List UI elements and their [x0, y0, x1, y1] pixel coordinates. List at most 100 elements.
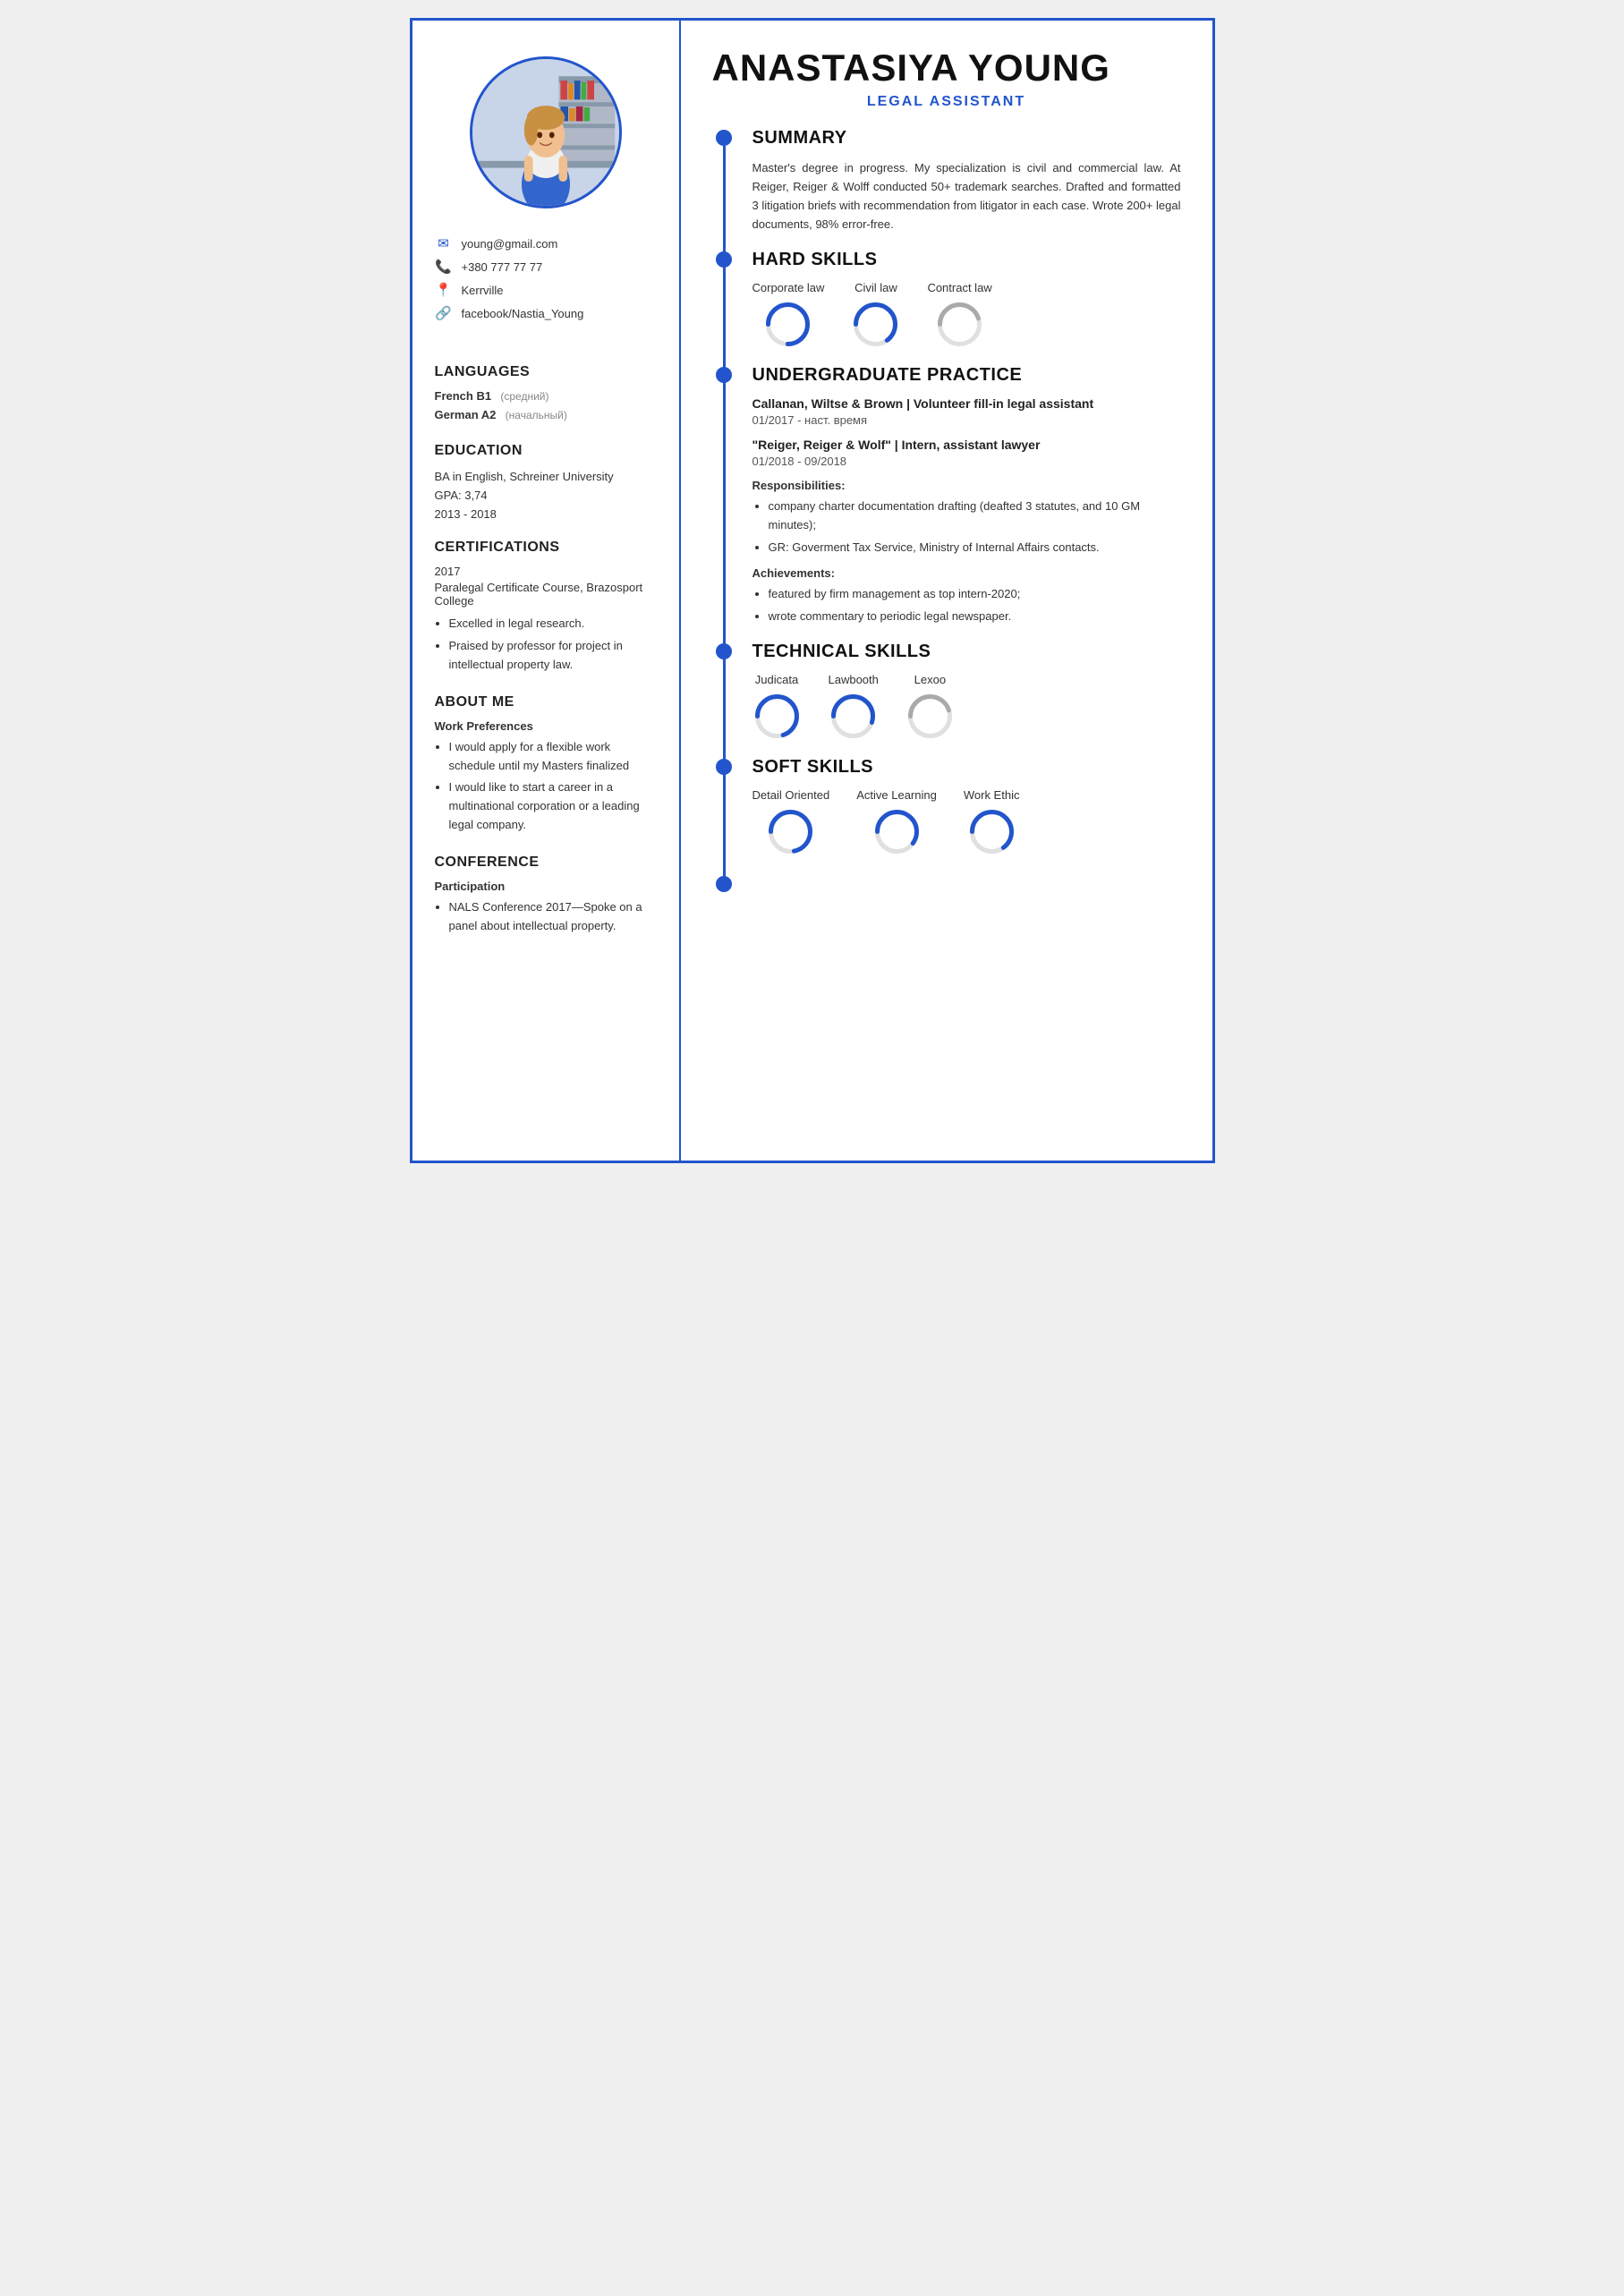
- hard-skills-row: Corporate law Civil law Contract law: [752, 281, 1181, 349]
- skill-label: Lawbooth: [829, 673, 879, 686]
- timeline-dot-practice: [716, 367, 732, 383]
- skill-label: Active Learning: [856, 788, 937, 802]
- skill-label: Lexoo: [914, 673, 946, 686]
- cert-bullets: Excelled in legal research. Praised by p…: [435, 615, 657, 674]
- location-icon: 📍: [435, 282, 453, 298]
- lang-level-1: (начальный): [499, 409, 567, 421]
- languages-section: LANGUAGES French B1 (средний) German A2 …: [435, 348, 657, 427]
- education-degree: BA in English, Schreiner University GPA:…: [435, 468, 657, 523]
- skill-item: Detail Oriented: [752, 788, 830, 856]
- undergraduate-title: UNDERGRADUATE PRACTICE: [752, 365, 1181, 386]
- cert-name: Paralegal Certificate Course, Brazosport…: [435, 581, 657, 608]
- conference-bullets: NALS Conference 2017—Spoke on a panel ab…: [435, 898, 657, 936]
- cert-bullet-1: Praised by professor for project in inte…: [449, 637, 657, 675]
- resp-bullet-0: company charter documentation drafting (…: [769, 497, 1181, 535]
- achievements-bullets: featured by firm management as top inter…: [752, 585, 1181, 626]
- location-value: Kerrville: [462, 284, 504, 297]
- skill-circle: [967, 807, 1016, 856]
- skill-item: Corporate law: [752, 281, 825, 349]
- social-icon: 🔗: [435, 305, 453, 321]
- summary-text: Master's degree in progress. My speciali…: [752, 159, 1181, 234]
- employer-1: "Reiger, Reiger & Wolf" | Intern, assist…: [752, 438, 1181, 452]
- sidebar: ✉ young@gmail.com 📞 +380 777 77 77 📍 Ker…: [412, 21, 681, 1161]
- skill-circle: [906, 692, 955, 741]
- resume-title: LEGAL ASSISTANT: [712, 94, 1181, 110]
- cert-year: 2017: [435, 565, 657, 578]
- date-1: 01/2018 - 09/2018: [752, 455, 1181, 468]
- conference-bullet-0: NALS Conference 2017—Spoke on a panel ab…: [449, 898, 657, 936]
- certifications-title: CERTIFICATIONS: [435, 540, 657, 556]
- education-section: EDUCATION BA in English, Schreiner Unive…: [435, 427, 657, 523]
- lang-name-1: German A2: [435, 408, 497, 421]
- avatar: [470, 56, 622, 208]
- skill-item: Contract law: [927, 281, 991, 349]
- ach-bullet-1: wrote commentary to periodic legal newsp…: [769, 608, 1181, 626]
- undergraduate-section: UNDERGRADUATE PRACTICE Callanan, Wiltse …: [712, 365, 1181, 625]
- skill-item: Work Ethic: [964, 788, 1020, 856]
- skill-label: Work Ethic: [964, 788, 1020, 802]
- skill-item: Lexoo: [906, 673, 955, 741]
- conference-section: CONFERENCE Participation NALS Conference…: [435, 838, 657, 940]
- technical-skills-title: TECHNICAL SKILLS: [752, 642, 1181, 662]
- main-content: ANASTASIYA YOUNG LEGAL ASSISTANT SUMMARY…: [681, 21, 1212, 1161]
- name-block: ANASTASIYA YOUNG LEGAL ASSISTANT: [712, 47, 1181, 110]
- soft-skills-row: Detail Oriented Active Learning Work Eth…: [752, 788, 1181, 856]
- lang-item-1: German A2 (начальный): [435, 408, 657, 421]
- timeline-dot-softskills: [716, 759, 732, 775]
- location-item: 📍 Kerrville: [435, 282, 657, 298]
- gpa-text: GPA: 3,74: [435, 489, 488, 502]
- hard-skills-title: HARD SKILLS: [752, 250, 1181, 270]
- practice-position-1: "Reiger, Reiger & Wolf" | Intern, assist…: [752, 438, 1181, 625]
- education-title: EDUCATION: [435, 443, 657, 459]
- skill-circle: [763, 300, 812, 349]
- summary-title: SUMMARY: [752, 128, 1181, 149]
- email-icon: ✉: [435, 235, 453, 251]
- skill-label: Corporate law: [752, 281, 825, 294]
- soft-skills-section: SOFT SKILLS Detail Oriented Active Learn…: [712, 757, 1181, 883]
- timeline-dot-hardskills: [716, 251, 732, 268]
- skill-circle: [872, 807, 922, 856]
- phone-value: +380 777 77 77: [462, 260, 543, 274]
- skill-item: Lawbooth: [829, 673, 879, 741]
- email-value: young@gmail.com: [462, 237, 558, 251]
- skill-label: Civil law: [855, 281, 897, 294]
- skill-label: Contract law: [927, 281, 991, 294]
- employer-0: Callanan, Wiltse & Brown | Volunteer fil…: [752, 396, 1181, 411]
- years-text: 2013 - 2018: [435, 507, 497, 521]
- work-pref-title: Work Preferences: [435, 719, 657, 733]
- about-bullet-0: I would apply for a flexible work schedu…: [449, 738, 657, 776]
- ach-bullet-0: featured by firm management as top inter…: [769, 585, 1181, 604]
- certifications-section: CERTIFICATIONS 2017 Paralegal Certificat…: [435, 523, 657, 677]
- skill-item: Civil law: [851, 281, 900, 349]
- skill-circle: [766, 807, 815, 856]
- avatar-image: [472, 56, 619, 208]
- skill-label: Judicata: [755, 673, 798, 686]
- about-me-section: ABOUT ME Work Preferences I would apply …: [435, 678, 657, 838]
- degree-text: BA in English, Schreiner University: [435, 470, 614, 483]
- soft-skills-title: SOFT SKILLS: [752, 757, 1181, 778]
- timeline-dot-bottom: [716, 876, 732, 892]
- phone-icon: 📞: [435, 259, 453, 275]
- resume-document: ✉ young@gmail.com 📞 +380 777 77 77 📍 Ker…: [410, 18, 1215, 1163]
- hard-skills-section: HARD SKILLS Corporate law Civil law Cont…: [712, 250, 1181, 349]
- participation-label: Participation: [435, 880, 657, 893]
- achievements-label: Achievements:: [752, 566, 1181, 580]
- social-item: 🔗 facebook/Nastia_Young: [435, 305, 657, 321]
- languages-title: LANGUAGES: [435, 364, 657, 380]
- phone-item: 📞 +380 777 77 77: [435, 259, 657, 275]
- resp-bullet-1: GR: Goverment Tax Service, Ministry of I…: [769, 539, 1181, 557]
- social-value: facebook/Nastia_Young: [462, 307, 584, 320]
- skill-label: Detail Oriented: [752, 788, 830, 802]
- about-me-title: ABOUT ME: [435, 694, 657, 710]
- technical-skills-row: Judicata Lawbooth Lexoo: [752, 673, 1181, 741]
- responsibilities-bullets: company charter documentation drafting (…: [752, 497, 1181, 557]
- about-bullet-1: I would like to start a career in a mult…: [449, 778, 657, 834]
- date-0: 01/2017 - наст. время: [752, 413, 1181, 427]
- skill-item: Active Learning: [856, 788, 937, 856]
- lang-item-0: French B1 (средний): [435, 389, 657, 403]
- cert-bullet-0: Excelled in legal research.: [449, 615, 657, 634]
- email-item: ✉ young@gmail.com: [435, 235, 657, 251]
- skill-circle: [829, 692, 878, 741]
- lang-name-0: French B1: [435, 389, 492, 403]
- lang-level-0: (средний): [495, 390, 549, 403]
